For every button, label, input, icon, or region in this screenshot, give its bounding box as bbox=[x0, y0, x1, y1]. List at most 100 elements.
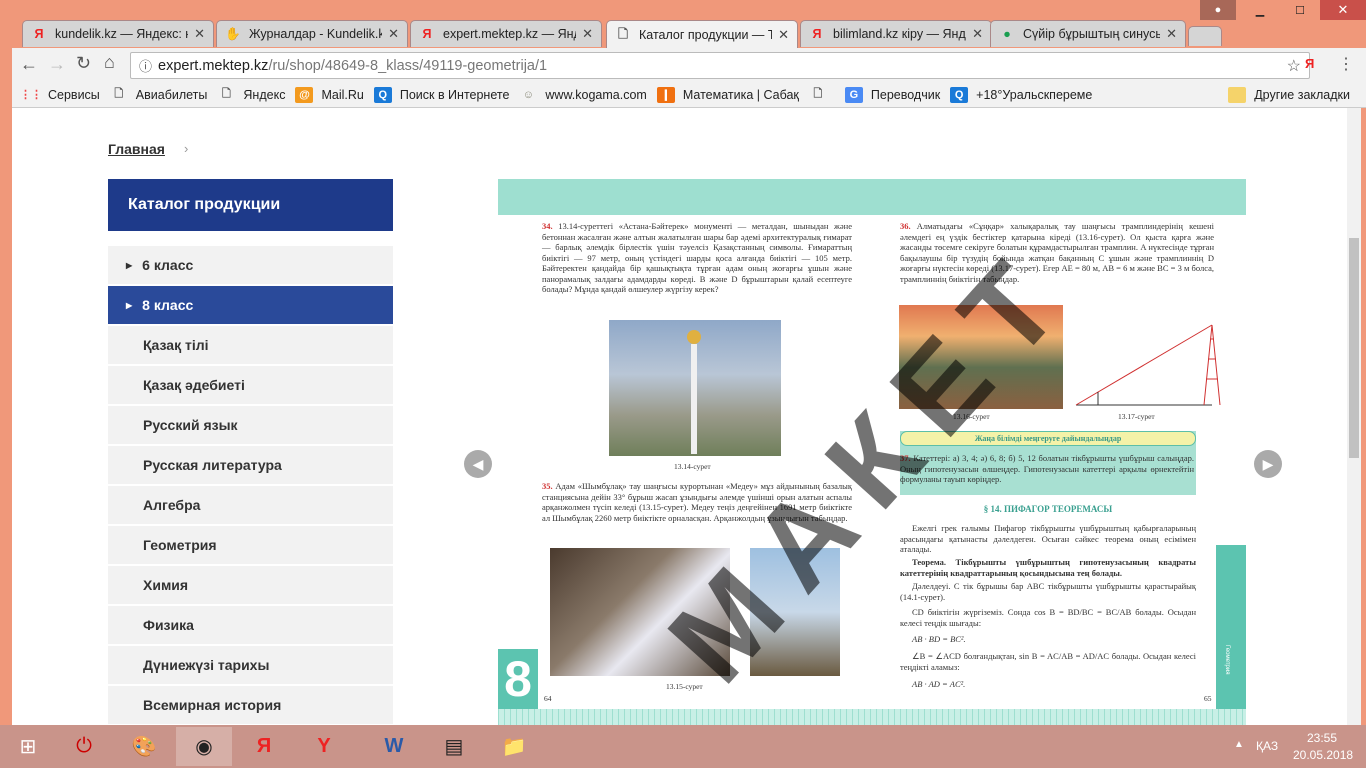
search-icon: Q bbox=[950, 86, 969, 103]
info-icon[interactable]: ⓘ bbox=[139, 56, 152, 75]
bookmark-item[interactable]: ☺ www.kogama.com bbox=[519, 87, 647, 103]
bookmark-star-icon[interactable]: ☆ bbox=[1287, 56, 1301, 76]
winrar-app-icon[interactable]: ▤ bbox=[426, 727, 482, 766]
page-icon: 🗋 bbox=[221, 88, 231, 100]
back-button[interactable]: ← bbox=[20, 54, 38, 75]
bookmark-item[interactable]: 🗋 bbox=[809, 87, 835, 103]
close-window-button[interactable]: ✕ bbox=[1320, 0, 1366, 20]
yandex-app-icon[interactable]: Я bbox=[236, 727, 292, 766]
browser-tab[interactable]: Яexpert.mektep.kz — Янде ✕ bbox=[410, 20, 602, 47]
bookmark-label: Математика | Сабақ bbox=[682, 87, 799, 102]
clock-date[interactable]: 20.05.2018 bbox=[1293, 748, 1353, 762]
reload-button[interactable]: ↻ bbox=[76, 53, 91, 74]
bookmark-label: Яндекс bbox=[243, 87, 286, 102]
page-content: Главная › Каталог продукции ▶ 6 класс ▶ 8 к… bbox=[12, 108, 1347, 725]
bookmark-label: Mail.Ru bbox=[321, 87, 364, 102]
sidebar-item-label: Химия bbox=[143, 577, 189, 593]
sidebar-item-label: Физика bbox=[143, 617, 194, 633]
maximize-button[interactable]: ☐ bbox=[1280, 0, 1320, 20]
word-app-icon[interactable]: W bbox=[366, 727, 422, 766]
page-scrollbar[interactable] bbox=[1347, 108, 1361, 725]
sidebar-item[interactable]: Алгебра bbox=[108, 486, 393, 524]
classroom-icon: ● bbox=[1003, 27, 1011, 41]
sidebar-item[interactable]: ▶ 8 класс bbox=[108, 286, 393, 324]
sidebar-item-label: Русская литература bbox=[143, 457, 282, 473]
previous-page-button[interactable]: ◀ bbox=[464, 450, 492, 478]
address-bar[interactable]: ⓘ expert.mektep.kz/ru/shop/48649-8_klass… bbox=[130, 52, 1310, 79]
next-page-button[interactable]: ▶ bbox=[1254, 450, 1282, 478]
bookmark-item[interactable]: Q +18°Уральскпереме bbox=[950, 86, 1092, 103]
page-icon: 🗋 bbox=[813, 88, 823, 100]
browser-toolbar: ← → ↻ ⌂ ⓘ expert.mektep.kz/ru/shop/48649… bbox=[12, 48, 1366, 82]
bookmark-item[interactable]: @ Mail.Ru bbox=[295, 86, 364, 103]
bookmark-label: Поиск в Интернете bbox=[399, 87, 510, 102]
bookmark-item[interactable]: ⋮⋮ Сервисы bbox=[20, 87, 100, 103]
paint-app-icon[interactable]: 🎨 bbox=[116, 727, 172, 766]
sidebar-item-label: Алгебра bbox=[143, 497, 201, 513]
chrome-app-icon[interactable]: ◉ bbox=[176, 727, 232, 766]
tab-title: Журналдар - Kundelik.kz bbox=[249, 27, 383, 41]
sidebar-item[interactable]: Русская литература bbox=[108, 446, 393, 484]
caret-right-icon: ▶ bbox=[126, 300, 133, 310]
math-icon: ❙ bbox=[656, 86, 675, 103]
new-tab-button[interactable] bbox=[1188, 26, 1222, 46]
breadcrumb-home[interactable]: Главная bbox=[108, 141, 165, 157]
browser-tab[interactable]: Яbilimland.kz кіру — Янде ✕ bbox=[800, 20, 992, 47]
browser-tab[interactable]: Яkundelik.kz — Яндекс: на ✕ bbox=[22, 20, 214, 47]
sidebar-item[interactable]: Қазақ тілі bbox=[108, 326, 393, 364]
bookmark-item[interactable]: 🗋 Яндекс bbox=[217, 87, 285, 103]
other-bookmarks[interactable]: Другие закладки bbox=[1228, 86, 1350, 103]
file-explorer-icon[interactable]: 📁 bbox=[486, 727, 542, 766]
sidebar-item[interactable]: Химия bbox=[108, 566, 393, 604]
bookmark-item[interactable]: Q Поиск в Интернете bbox=[373, 86, 510, 103]
start-button[interactable]: ⊞ bbox=[0, 727, 56, 766]
language-indicator[interactable]: ҚАЗ bbox=[1256, 739, 1278, 753]
close-tab-icon[interactable]: ✕ bbox=[778, 27, 789, 43]
sidebar-item-label: Русский язык bbox=[143, 417, 238, 433]
tab-title: Каталог продукции — ТС bbox=[639, 28, 773, 42]
forward-button[interactable]: → bbox=[48, 54, 66, 75]
browser-tab[interactable]: ✋ Журналдар - Kundelik.kz ✕ bbox=[216, 20, 408, 47]
sidebar-item-label: Дүниежүзі тарихы bbox=[143, 657, 270, 673]
tab-title: kundelik.kz — Яндекс: на bbox=[55, 27, 189, 41]
clock-time[interactable]: 23:55 bbox=[1307, 731, 1337, 745]
home-button[interactable]: ⌂ bbox=[104, 52, 115, 73]
sidebar-item-label: Қазақ әдебиеті bbox=[143, 377, 245, 393]
yandex-browser-icon[interactable]: Y bbox=[296, 727, 352, 766]
close-tab-icon[interactable]: ✕ bbox=[582, 26, 593, 42]
book-ruler bbox=[498, 709, 1246, 725]
close-tab-icon[interactable]: ✕ bbox=[972, 26, 983, 42]
profile-icon[interactable]: ● bbox=[1200, 0, 1236, 20]
taskbar: ⊞ ⏻ 🎨 ◉ Я Y W ▤ 📁 ▲ ҚАЗ 23:55 20.05.2018 bbox=[0, 725, 1366, 768]
browser-tab[interactable]: 🗋 Каталог продукции — ТС ✕ bbox=[606, 20, 798, 49]
close-tab-icon[interactable]: ✕ bbox=[1166, 26, 1177, 42]
tray-expand-icon[interactable]: ▲ bbox=[1234, 739, 1244, 750]
sidebar-item[interactable]: Русский язык bbox=[108, 406, 393, 444]
bookmark-item[interactable]: 🗋 Авиабилеты bbox=[110, 87, 207, 103]
sidebar-item[interactable]: Қазақ әдебиеті bbox=[108, 366, 393, 404]
tab-title: Сүйір бұрыштың синусы bbox=[1023, 27, 1161, 41]
sidebar-item[interactable]: Физика bbox=[108, 606, 393, 644]
watermark: МАКЕТ bbox=[643, 221, 1099, 707]
close-tab-icon[interactable]: ✕ bbox=[194, 26, 205, 42]
sidebar-item-label: Қазақ тілі bbox=[143, 337, 209, 353]
minimize-button[interactable]: ▁ bbox=[1240, 0, 1280, 20]
bookmark-label: www.kogama.com bbox=[545, 87, 647, 102]
yandex-extension-icon[interactable]: Я bbox=[1305, 56, 1314, 71]
sidebar-item[interactable]: Дүниежүзі тарихы bbox=[108, 646, 393, 684]
menu-icon[interactable]: ⋮ bbox=[1338, 54, 1354, 74]
sidebar-item[interactable]: Всемирная история bbox=[108, 686, 393, 724]
caret-right-icon: ▶ bbox=[126, 260, 133, 270]
tab-title: expert.mektep.kz — Янде bbox=[443, 27, 577, 41]
browser-titlebar: Яkundelik.kz — Яндекс: на ✕ ✋ Журналдар - K… bbox=[0, 0, 1366, 49]
bookmark-item[interactable]: G Переводчик bbox=[844, 86, 941, 103]
browser-tab[interactable]: ● Сүйір бұрыштың синусы ✕ bbox=[990, 20, 1186, 47]
bookmark-item[interactable]: ❙ Математика | Сабақ bbox=[656, 86, 799, 103]
sidebar-item[interactable]: ▶ 6 класс bbox=[108, 246, 393, 284]
sidebar-item[interactable]: Геометрия bbox=[108, 526, 393, 564]
book-viewer[interactable]: 34. 13.14-суреттегі «Астана-Бәйтерек» мо… bbox=[498, 179, 1246, 725]
apps-icon: ⋮⋮ bbox=[20, 89, 42, 101]
bookmark-label: Переводчик bbox=[870, 87, 941, 102]
shutdown-app-icon[interactable]: ⏻ bbox=[56, 727, 112, 766]
close-tab-icon[interactable]: ✕ bbox=[388, 26, 399, 42]
